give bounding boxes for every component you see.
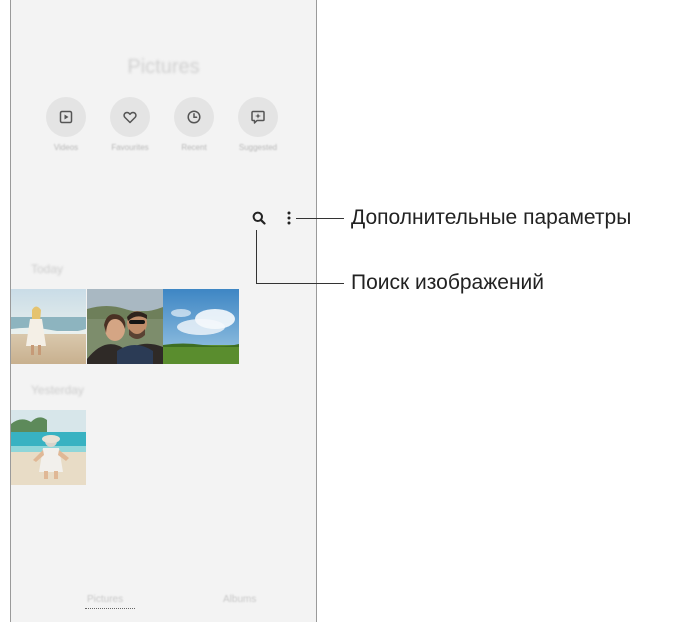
callout-search-text: Поиск изображений xyxy=(351,271,544,294)
tab-albums[interactable]: Albums xyxy=(223,594,256,605)
videos-label: Videos xyxy=(53,143,79,152)
search-button[interactable] xyxy=(251,210,267,226)
suggested-button[interactable]: Suggested xyxy=(228,97,288,152)
heart-icon xyxy=(123,111,137,124)
tab-pictures-indicator xyxy=(85,608,135,609)
section-today-title: Today xyxy=(31,262,64,276)
recent-button[interactable]: Recent xyxy=(164,97,224,152)
callout-search-line xyxy=(256,283,344,284)
favourites-button[interactable]: Favourites xyxy=(100,97,160,152)
favourites-label: Favourites xyxy=(111,143,149,152)
photo-thumbnail[interactable] xyxy=(163,289,239,364)
beach-walk-photo xyxy=(11,289,86,364)
photo-thumbnail[interactable] xyxy=(11,410,86,485)
couple-selfie-photo xyxy=(87,289,163,364)
search-icon xyxy=(252,211,266,225)
suggested-icon xyxy=(251,110,265,124)
clock-icon xyxy=(187,110,201,124)
more-options-button[interactable] xyxy=(284,210,294,226)
videos-button[interactable]: Videos xyxy=(36,97,96,152)
callout-search-vline xyxy=(256,230,257,283)
photo-thumbnail[interactable] xyxy=(11,289,86,364)
suggested-label: Suggested xyxy=(238,143,278,152)
tab-pictures[interactable]: Pictures xyxy=(87,594,123,605)
callout-more-options-line xyxy=(296,218,344,219)
phone-screen: Pictures Videos Favourites Recent Sugges… xyxy=(10,0,317,622)
more-options-icon xyxy=(287,211,291,225)
recent-label: Recent xyxy=(181,143,207,152)
beach-kid-photo xyxy=(11,410,86,485)
photo-thumbnail[interactable] xyxy=(87,289,163,364)
section-yesterday-title: Yesterday xyxy=(31,383,84,397)
play-icon xyxy=(59,110,73,124)
sky-field-photo xyxy=(163,289,239,364)
page-title: Pictures xyxy=(127,56,200,78)
callout-more-options-text: Дополнительные параметры xyxy=(351,206,632,229)
